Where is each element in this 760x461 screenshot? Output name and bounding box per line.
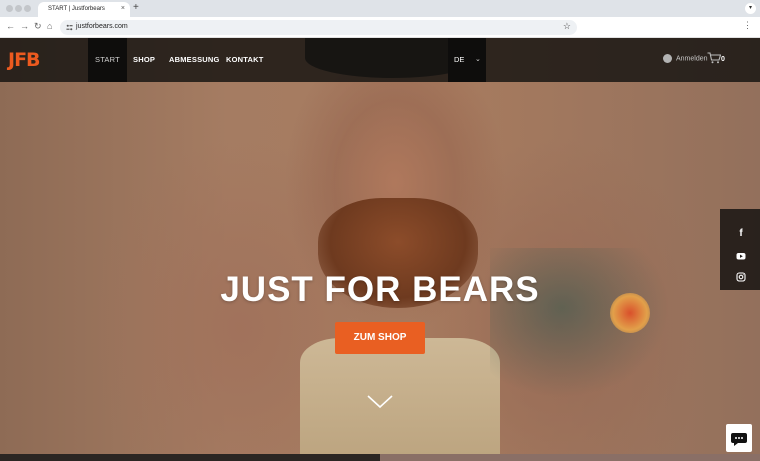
- nav-item-abmessung[interactable]: ABMESSUNG: [169, 38, 220, 82]
- user-avatar-icon: [663, 54, 672, 63]
- cart-icon[interactable]: [707, 52, 721, 64]
- chevron-down-icon: ⌄: [475, 56, 481, 63]
- website-viewport: JFB START SHOP ABMESSUNG KONTAKT DE ⌄ An…: [0, 38, 760, 461]
- tab-close-icon[interactable]: ×: [121, 5, 125, 12]
- next-section-preview: [0, 454, 760, 461]
- site-logo[interactable]: JFB: [8, 49, 41, 71]
- chat-widget-button[interactable]: [726, 424, 752, 452]
- forward-icon[interactable]: →: [20, 21, 29, 31]
- home-icon[interactable]: ⌂: [47, 21, 52, 31]
- tab-title: START | Justforbears: [48, 6, 105, 12]
- new-tab-button[interactable]: +: [133, 2, 139, 13]
- nav-item-start[interactable]: START: [88, 38, 127, 82]
- nav-item-shop[interactable]: SHOP: [133, 38, 155, 82]
- facebook-icon[interactable]: f: [736, 229, 746, 239]
- address-bar[interactable]: justforbears.com ☆: [60, 20, 577, 35]
- back-icon[interactable]: ←: [6, 21, 15, 31]
- youtube-icon[interactable]: [736, 251, 746, 261]
- site-header: JFB START SHOP ABMESSUNG KONTAKT DE ⌄ An…: [0, 38, 760, 82]
- window-minimize-icon[interactable]: [15, 5, 22, 12]
- bookmark-star-icon[interactable]: ☆: [563, 21, 571, 32]
- browser-toolbar: ← → ↻ ⌂ justforbears.com ☆ ⋮: [0, 17, 760, 38]
- hero-title: JUST FOR BEARS: [220, 270, 540, 309]
- next-section-image: [380, 454, 760, 461]
- chat-bubble-icon: [731, 433, 747, 446]
- hero-photo-shirt: [300, 338, 500, 461]
- shop-cta-button[interactable]: ZUM SHOP: [335, 322, 425, 354]
- scroll-down-chevron-icon[interactable]: [366, 394, 394, 410]
- reload-icon[interactable]: ↻: [34, 21, 42, 32]
- browser-menu-icon[interactable]: ⋮: [743, 20, 752, 31]
- site-info-icon[interactable]: [66, 24, 73, 31]
- window-zoom-icon[interactable]: [24, 5, 31, 12]
- url-text: justforbears.com: [76, 23, 128, 30]
- window-close-icon[interactable]: [6, 5, 13, 12]
- browser-tab-active[interactable]: START | Justforbears ×: [38, 2, 130, 17]
- tab-search-icon[interactable]: ▾: [745, 3, 756, 14]
- nav-item-kontakt[interactable]: KONTAKT: [226, 38, 264, 82]
- login-label: Anmelden: [676, 55, 708, 63]
- language-selector[interactable]: DE ⌄: [448, 38, 486, 82]
- language-value: DE: [454, 55, 465, 64]
- cart-count: 0: [721, 56, 725, 63]
- login-link[interactable]: Anmelden: [663, 54, 708, 63]
- browser-tab-strip: START | Justforbears × + ▾: [0, 0, 760, 17]
